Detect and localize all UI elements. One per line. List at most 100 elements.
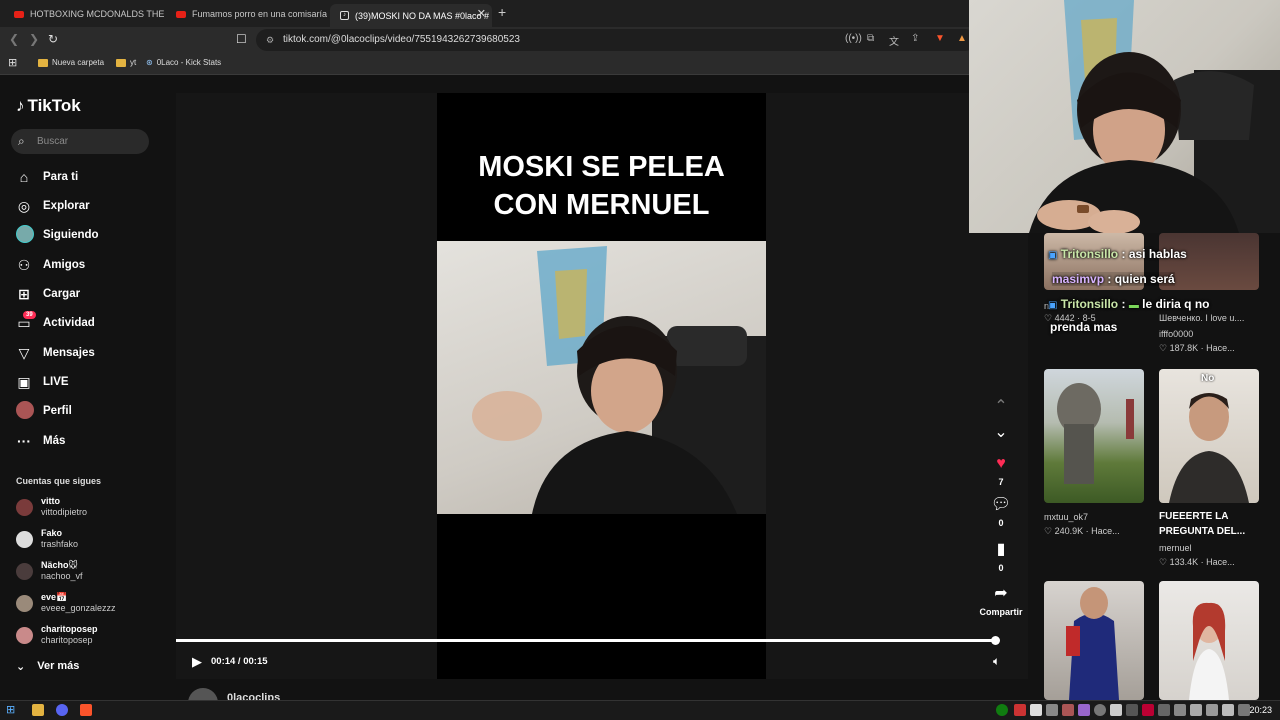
display-icon[interactable] <box>1222 704 1234 716</box>
clock: 20:23 <box>1249 705 1272 715</box>
browser-tab[interactable]: HOTBOXING MCDONALDS THEN OR <box>4 4 164 24</box>
thumbnail-overlay-text: No <box>1201 373 1215 384</box>
nav-mas[interactable]: ··· Más <box>16 430 65 452</box>
video-progress-bar[interactable] <box>176 639 995 642</box>
tray-app-icon[interactable] <box>1158 704 1170 716</box>
tray-app-icon[interactable] <box>1078 704 1090 716</box>
tray-app-icon[interactable] <box>1062 704 1074 716</box>
related-video-thumbnail[interactable] <box>1044 581 1144 700</box>
thumbnail-image <box>1189 602 1229 700</box>
open-external-icon[interactable]: ⧉ <box>867 33 874 44</box>
tray-app-icon[interactable] <box>1142 704 1154 716</box>
webcam-overlay <box>969 0 1280 233</box>
related-video-thumbnail[interactable] <box>1159 581 1259 700</box>
nav-siguiendo[interactable]: Siguiendo <box>16 224 99 246</box>
tray-app-icon[interactable] <box>1030 704 1042 716</box>
related-video-thumbnail[interactable] <box>1044 369 1144 503</box>
youtube-icon <box>176 10 186 18</box>
share-icon[interactable]: ⇪ <box>911 33 919 44</box>
forward-icon[interactable]: ❯ <box>29 32 39 46</box>
browser-tab[interactable]: Fumamos porro en una comisaría de <box>166 4 328 24</box>
back-icon[interactable]: ❮ <box>9 32 19 46</box>
heart-icon: ♡ <box>1159 557 1170 567</box>
share-button[interactable]: ➦ Compartir <box>978 585 1024 617</box>
see-more-button[interactable]: ⌄ Ver más <box>16 660 79 673</box>
rewards-icon[interactable]: ▲ <box>957 33 967 44</box>
cast-icon[interactable]: ((•)) <box>845 33 862 44</box>
bookmark-item[interactable]: yt <box>116 58 136 67</box>
tray-app-icon[interactable] <box>1046 704 1058 716</box>
avatar <box>16 530 33 548</box>
discord-icon[interactable] <box>56 704 68 716</box>
avatar <box>16 400 34 419</box>
video-frame-image <box>472 246 766 514</box>
tray-app-icon[interactable] <box>1126 704 1138 716</box>
browser-tab-active[interactable]: ♪ (39)MOSKI NO DA MAS #0laco # ✕ <box>330 4 492 27</box>
nav-mensajes[interactable]: ▽ Mensajes <box>16 342 95 364</box>
nav-live[interactable]: ▣ LIVE <box>16 371 68 393</box>
battery-icon[interactable] <box>1238 704 1250 716</box>
translate-icon[interactable]: 文 <box>889 33 899 48</box>
progress-handle[interactable] <box>991 636 1000 645</box>
following-item[interactable]: Nächo🐭 nachoo_vf <box>16 557 83 585</box>
avatar <box>16 594 33 612</box>
live-icon: ▣ <box>17 373 31 390</box>
comment-button[interactable]: 💬︎ 0 <box>978 496 1024 528</box>
avatar <box>16 224 34 243</box>
more-icon: ··· <box>17 433 31 449</box>
network-icon[interactable] <box>1174 704 1186 716</box>
brave-shield-icon[interactable]: ▼ <box>935 33 945 44</box>
chevron-down-icon: ⌄ <box>994 424 1008 441</box>
friends-icon: ⚇ <box>17 256 31 273</box>
bookmark-item[interactable]: ⊛ 0Laco - Kick Stats <box>146 58 221 67</box>
following-item[interactable]: Fako trashfako <box>16 525 78 553</box>
folder-icon <box>116 58 126 67</box>
windows-start-icon[interactable]: ⊞ <box>6 703 18 716</box>
volume-icon[interactable]: 🔈︎ <box>993 654 1000 669</box>
nav-explorar[interactable]: ◎ Explorar <box>16 195 90 217</box>
play-button[interactable]: ▶ <box>192 654 202 670</box>
nav-perfil[interactable]: Perfil <box>16 400 72 422</box>
tray-app-icon[interactable] <box>1094 704 1106 716</box>
chevron-down-icon: ⌄ <box>16 661 26 673</box>
tiktok-icon: ♪ <box>16 96 25 115</box>
share-arrow-icon: ➦ <box>994 585 1008 602</box>
bookmark-item[interactable]: Nueva carpeta <box>38 58 104 67</box>
thumbnail-image <box>1169 393 1249 503</box>
tray-app-icon[interactable] <box>1110 704 1122 716</box>
reload-icon[interactable]: ↻ <box>48 32 58 46</box>
save-button[interactable]: ▮ 0 <box>978 541 1024 573</box>
xbox-icon[interactable] <box>996 704 1008 716</box>
following-item[interactable]: eve📅 eveee_gonzalezzz <box>16 589 116 617</box>
search-input[interactable]: ⌕ Buscar <box>11 129 149 154</box>
close-tab-icon[interactable]: ✕ <box>477 7 486 20</box>
compass-icon: ◎ <box>17 197 31 214</box>
new-tab-button[interactable]: + <box>498 4 506 20</box>
following-item[interactable]: charitoposep charitoposep <box>16 621 98 649</box>
nav-actividad[interactable]: ▭ 39 Actividad <box>16 310 95 334</box>
file-explorer-icon[interactable] <box>32 704 44 716</box>
chat-message: ▣ Tritonsillo : ▬ le diria q no <box>1048 297 1210 311</box>
tray-app-icon[interactable] <box>1014 704 1026 716</box>
related-video-thumbnail[interactable]: No <box>1159 369 1259 503</box>
apps-grid-icon[interactable]: ⊞ <box>8 56 17 69</box>
tiktok-logo[interactable]: ♪ TikTok <box>16 96 81 116</box>
mic-icon[interactable] <box>1206 704 1218 716</box>
nav-amigos[interactable]: ⚇ Amigos <box>16 254 85 276</box>
following-item[interactable]: vitto vittodipietro <box>16 493 87 521</box>
notification-badge: 39 <box>23 310 36 319</box>
brave-icon[interactable] <box>80 704 92 716</box>
previous-video-button[interactable]: ⌃ <box>978 398 1024 416</box>
nav-para-ti[interactable]: ⌂ Para ti <box>16 166 78 188</box>
volume-tray-icon[interactable] <box>1190 704 1202 716</box>
upload-icon: ⊞ <box>18 285 30 302</box>
like-button[interactable]: ♥ 7 <box>978 455 1024 487</box>
next-video-button[interactable]: ⌄ <box>978 424 1024 442</box>
heart-icon: ♡ <box>1159 343 1170 353</box>
comment-icon: 💬︎ <box>990 496 1012 513</box>
bookmark-icon[interactable]: ☐ <box>236 32 247 46</box>
nav-cargar[interactable]: ⊞ Cargar <box>16 283 80 305</box>
site-info-icon[interactable]: ⚙ <box>266 29 274 51</box>
bookmark-icon: ▮ <box>996 541 1006 558</box>
following-title: Cuentas que sigues <box>16 476 102 486</box>
